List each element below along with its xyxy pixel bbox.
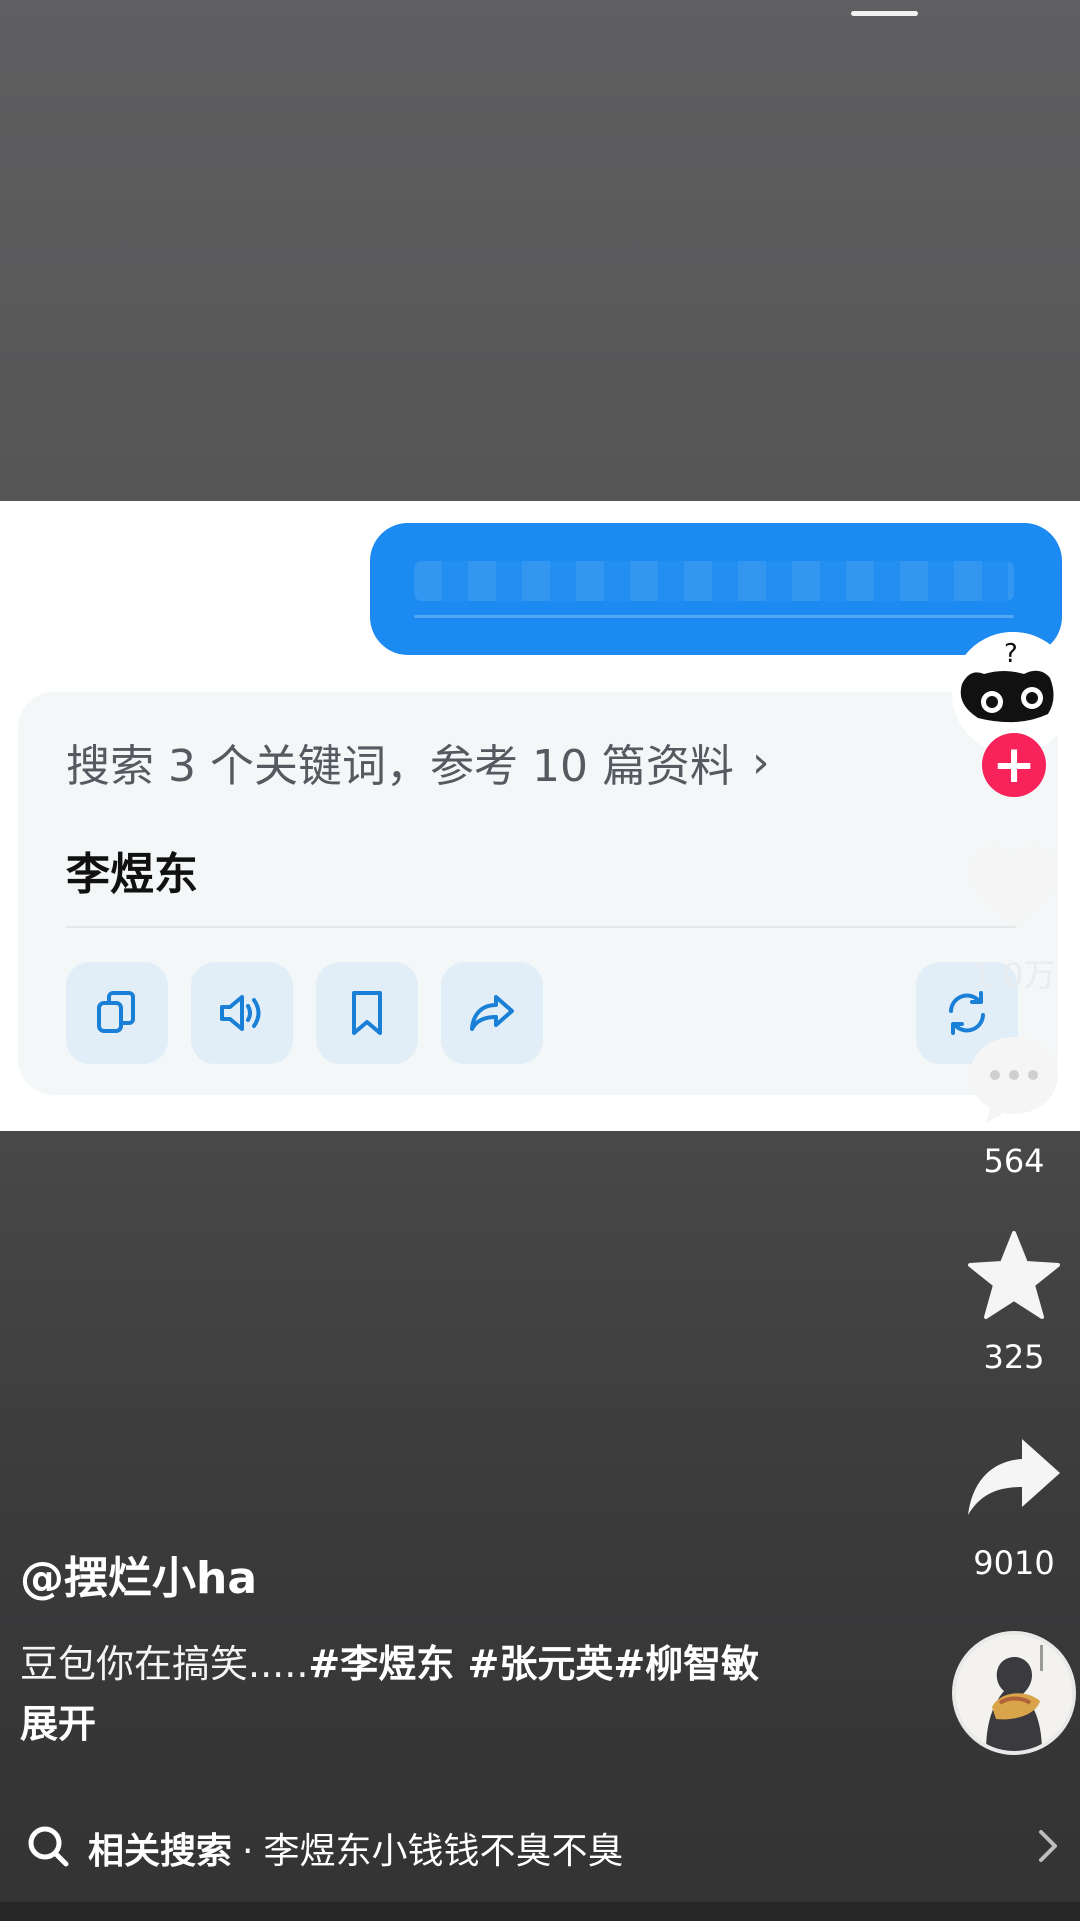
blurred-underline [414, 615, 1014, 618]
related-search-query: 李煜东小钱钱不臭不臭 [263, 1831, 624, 1872]
author-name[interactable]: @摆烂小ha [20, 1542, 257, 1606]
search-summary-text: 搜索 3 个关键词，参考 10 篇资料 [66, 741, 734, 792]
music-disc[interactable] [952, 1631, 1076, 1755]
comment-icon [970, 1037, 1058, 1123]
blurred-message-text [414, 561, 1014, 601]
related-search-text: 相关搜索 · 李煜东小钱钱不臭不臭 [88, 1822, 623, 1874]
share-answer-button[interactable] [441, 962, 543, 1064]
answer-text: 李煜东 [66, 849, 198, 900]
chevron-right-icon: › [751, 736, 770, 788]
share-arrow-icon [470, 995, 514, 1031]
read-aloud-button[interactable] [191, 962, 293, 1064]
search-summary[interactable]: 搜索 3 个关键词，参考 10 篇资料 › [66, 736, 770, 793]
hashtags[interactable]: #李煜东 #张元英#柳智敏 [308, 1642, 759, 1686]
related-search-bar[interactable]: 相关搜索 · 李煜东小钱钱不臭不臭 [0, 1800, 1080, 1894]
caption-text: 豆包你在搞笑..... [20, 1642, 309, 1686]
search-icon [28, 1826, 69, 1867]
comment-button[interactable] [964, 1034, 1064, 1124]
top-indicator [851, 11, 918, 16]
copy-icon [97, 991, 135, 1033]
expand-link[interactable]: 展开 [20, 1694, 820, 1754]
like-count: 1.0万 [972, 956, 1056, 994]
bottom-strip [0, 1902, 1080, 1921]
favorite-count: 325 [983, 1338, 1045, 1376]
album-art-icon [956, 1635, 1072, 1751]
video-caption: 豆包你在搞笑.....#李煜东 #张元英#柳智敏 展开 [20, 1634, 820, 1754]
favorite-button[interactable] [964, 1230, 1064, 1320]
speaker-icon [220, 995, 261, 1031]
chevron-right-icon [1039, 1830, 1057, 1862]
related-search-label: 相关搜索 [88, 1831, 233, 1872]
bookmark-button[interactable] [316, 962, 418, 1064]
share-button[interactable] [964, 1432, 1064, 1522]
user-message-bubble [370, 523, 1062, 655]
star-icon [968, 1231, 1060, 1319]
share-icon [968, 1439, 1060, 1515]
divider [66, 926, 1016, 928]
share-count: 9010 [973, 1544, 1055, 1582]
svg-text:?: ? [1004, 639, 1018, 669]
separator-dot: · [242, 1831, 254, 1872]
copy-button[interactable] [66, 962, 168, 1064]
heart-icon [970, 846, 1058, 926]
like-button[interactable] [964, 842, 1064, 932]
follow-button[interactable]: + [982, 733, 1046, 797]
comment-count: 564 [983, 1142, 1045, 1180]
bookmark-icon [352, 991, 382, 1035]
